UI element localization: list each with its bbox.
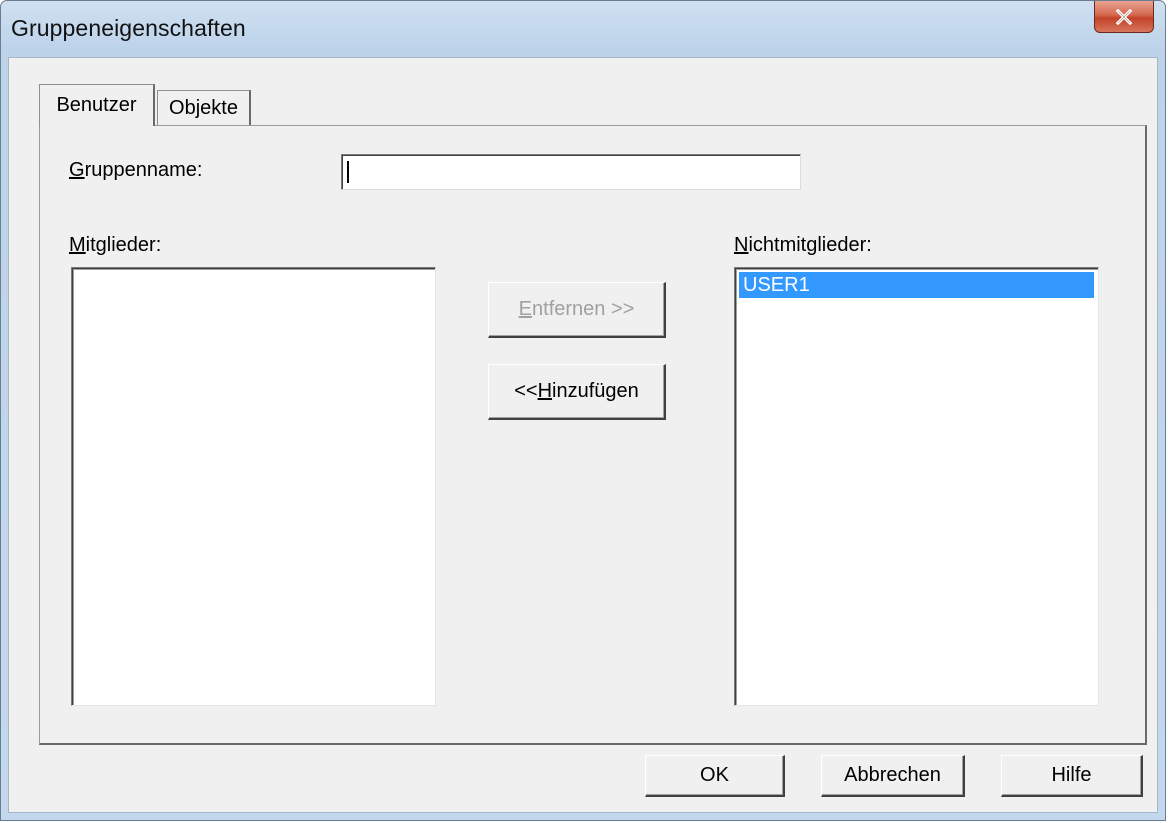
non-members-listbox[interactable]: USER1 — [734, 267, 1099, 706]
close-x-icon — [1115, 8, 1133, 25]
tab-benutzer[interactable]: Benutzer — [39, 84, 155, 126]
title-bar[interactable]: Gruppeneigenschaften — [1, 1, 1165, 57]
dialog-window: Gruppeneigenschaften Benutzer Objekte Gr… — [0, 0, 1166, 821]
ok-button[interactable]: OK — [645, 755, 785, 797]
group-name-input[interactable] — [341, 154, 801, 190]
members-label: Mitglieder: — [69, 234, 162, 256]
remove-button[interactable]: Entfernen >> — [488, 282, 666, 338]
add-button[interactable]: << Hinzufügen — [488, 364, 666, 420]
tab-panel-benutzer: Gruppenname: Mitglieder: Entfernen >> <<… — [39, 125, 1147, 745]
text-caret — [347, 161, 349, 183]
non-members-label: Nichtmitglieder: — [734, 234, 872, 256]
members-listbox[interactable] — [71, 267, 436, 706]
group-name-label: Gruppenname: — [69, 159, 203, 181]
tab-objekte[interactable]: Objekte — [157, 90, 251, 126]
dialog-client-area: Benutzer Objekte Gruppenname: Mitglieder… — [8, 57, 1158, 813]
cancel-button[interactable]: Abbrechen — [821, 755, 965, 797]
list-item[interactable]: USER1 — [739, 272, 1094, 298]
help-button[interactable]: Hilfe — [1001, 755, 1143, 797]
window-title: Gruppeneigenschaften — [11, 15, 246, 41]
tab-benutzer-label: Benutzer — [56, 94, 137, 116]
close-button[interactable] — [1094, 1, 1154, 33]
tab-objekte-label: Objekte — [169, 97, 238, 119]
